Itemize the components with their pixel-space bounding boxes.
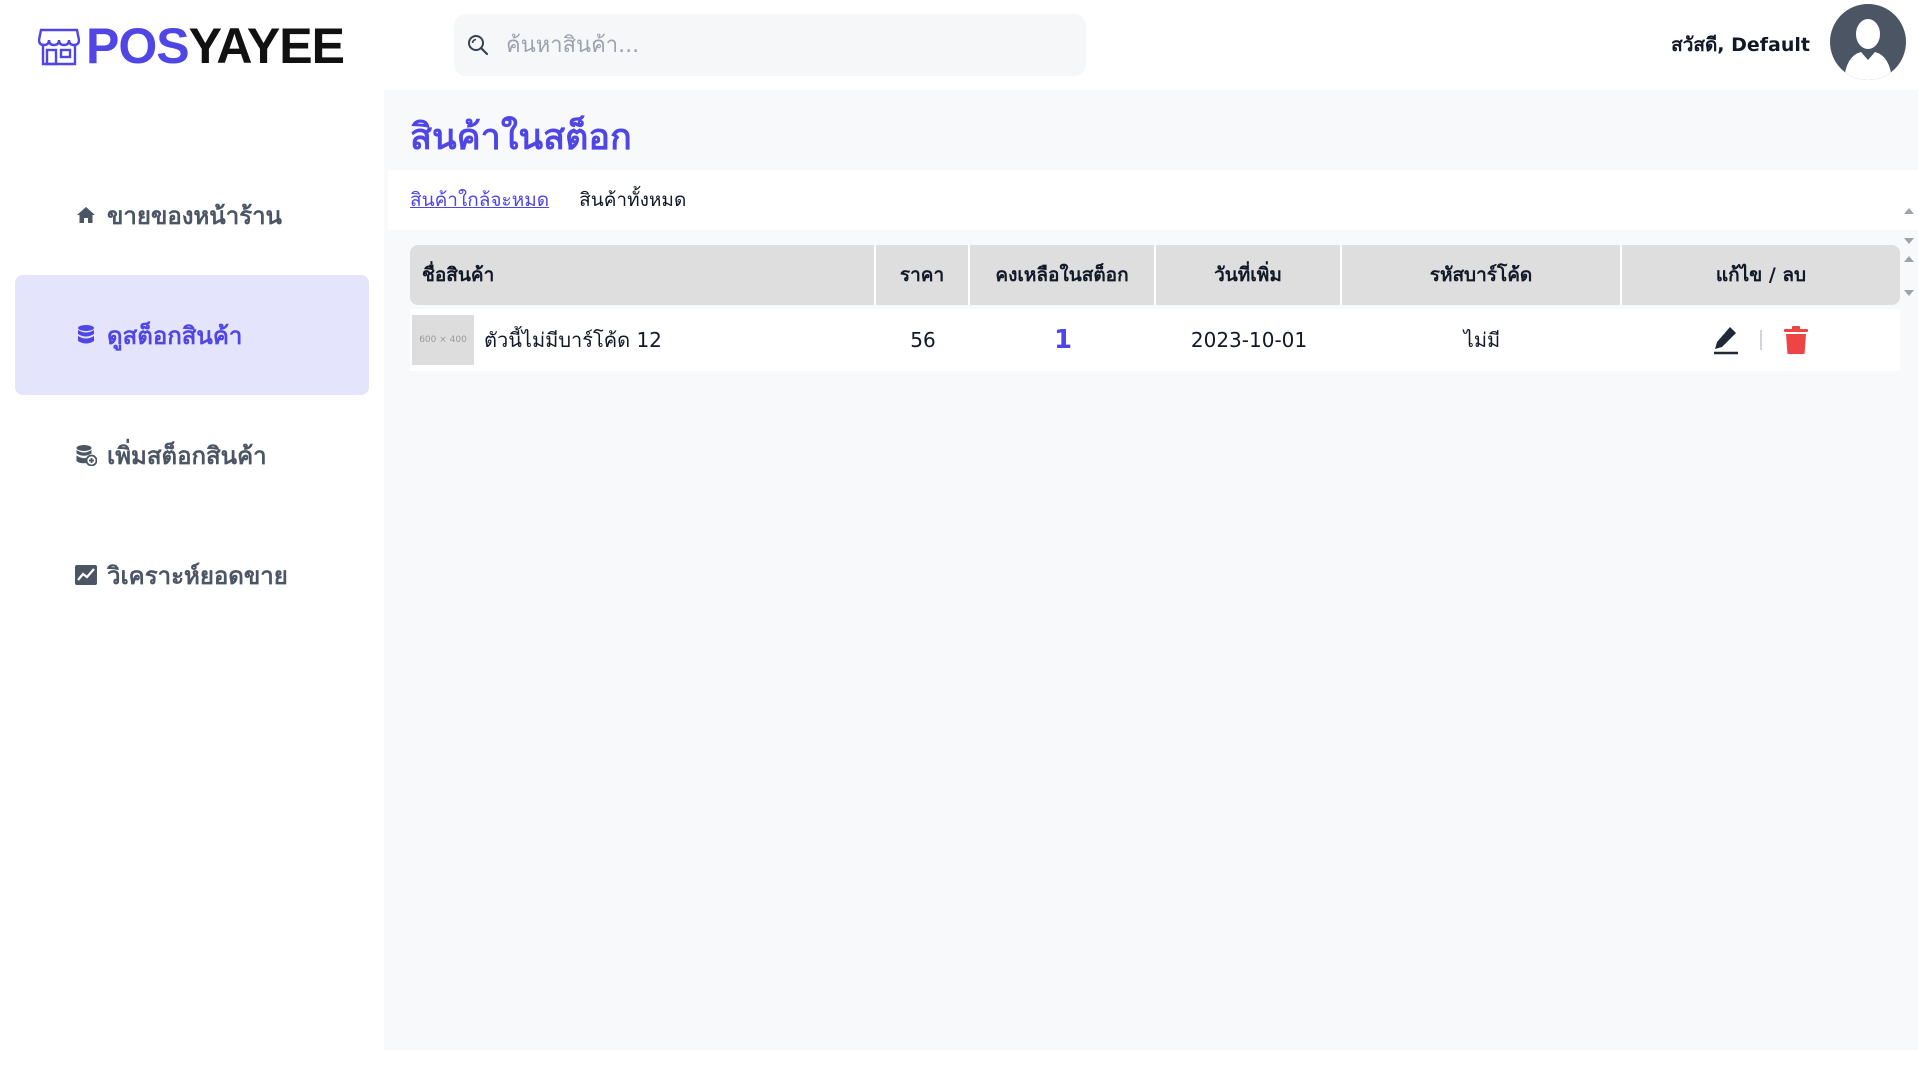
tabs-bar: สินค้าใกล้จะหมด สินค้าทั้งหมด xyxy=(388,170,1918,230)
product-thumbnail: 600 × 400 xyxy=(412,315,474,365)
cell-stock: 1 xyxy=(970,309,1156,371)
row-scroll-down-icon[interactable] xyxy=(1904,290,1914,296)
store-icon xyxy=(38,28,80,66)
user-greeting: สวัสดี, Default xyxy=(1671,34,1810,56)
logo-text-pos: POS xyxy=(86,18,190,74)
action-separator xyxy=(1760,330,1762,350)
column-header-barcode[interactable]: รหัสบาร์โค้ด xyxy=(1342,245,1622,305)
logo-text-rest: YAYEE xyxy=(188,18,345,74)
home-icon xyxy=(75,204,97,226)
cell-date: 2023-10-01 xyxy=(1190,328,1308,352)
sidebar-item-sales-analysis[interactable]: วิเคราะห์ยอดขาย xyxy=(15,515,369,635)
sidebar-item-storefront-sale[interactable]: ขายของหน้าร้าน xyxy=(15,155,369,275)
database-add-icon xyxy=(75,444,97,466)
database-icon xyxy=(75,324,97,346)
sidebar-item-view-stock[interactable]: ดูสต็อกสินค้า xyxy=(15,275,369,395)
avatar[interactable] xyxy=(1830,4,1906,80)
chart-icon xyxy=(75,564,97,586)
column-header-name[interactable]: ชื่อสินค้า xyxy=(410,245,876,305)
logo-text: POSYAYEE xyxy=(86,18,345,74)
cell-name: 600 × 400 ตัวนี้ไม่มีบาร์โค้ด 12 xyxy=(410,309,876,371)
user-icon xyxy=(1844,19,1892,80)
app-logo[interactable]: POSYAYEE xyxy=(38,18,345,74)
cell-price: 56 xyxy=(910,328,936,352)
column-header-price[interactable]: ราคา xyxy=(876,245,970,305)
table-header: ชื่อสินค้า ราคา คงเหลือในสต็อก วันที่เพิ… xyxy=(410,245,1900,305)
edit-icon[interactable] xyxy=(1712,325,1740,355)
trash-icon[interactable] xyxy=(1782,325,1810,355)
search-icon xyxy=(468,35,489,56)
column-header-stock[interactable]: คงเหลือในสต็อก xyxy=(970,245,1156,305)
sidebar-item-label: ดูสต็อกสินค้า xyxy=(107,321,243,350)
main-content: สินค้าในสต็อก สินค้าใกล้จะหมด สินค้าทั้ง… xyxy=(384,90,1918,1050)
page-title: สินค้าในสต็อก xyxy=(410,117,632,158)
sidebar-item-label: เพิ่มสต็อกสินค้า xyxy=(107,441,267,470)
column-header-date[interactable]: วันที่เพิ่ม xyxy=(1156,245,1342,305)
stock-table: ชื่อสินค้า ราคา คงเหลือในสต็อก วันที่เพิ… xyxy=(410,245,1900,371)
column-header-actions: แก้ไข / ลบ xyxy=(1715,264,1807,286)
row-scroll-up-icon[interactable] xyxy=(1904,256,1914,262)
cell-barcode: ไม่มี xyxy=(1463,328,1501,352)
product-name: ตัวนี้ไม่มีบาร์โค้ด 12 xyxy=(484,328,662,352)
table-scroll-up-icon[interactable] xyxy=(1904,208,1914,214)
stock-count: 1 xyxy=(1053,325,1073,355)
tab-all-products[interactable]: สินค้าทั้งหมด xyxy=(579,185,686,215)
cell-actions xyxy=(1622,309,1900,371)
search-input[interactable] xyxy=(504,31,1068,59)
tab-low-stock[interactable]: สินค้าใกล้จะหมด xyxy=(410,185,549,215)
table-scroll-down-icon[interactable] xyxy=(1904,238,1914,244)
search-bar[interactable] xyxy=(454,14,1086,76)
table-row: 600 × 400 ตัวนี้ไม่มีบาร์โค้ด 12 56 1 20… xyxy=(410,309,1900,371)
sidebar-item-label: วิเคราะห์ยอดขาย xyxy=(107,561,288,590)
sidebar-item-add-stock[interactable]: เพิ่มสต็อกสินค้า xyxy=(15,395,369,515)
sidebar-item-label: ขายของหน้าร้าน xyxy=(107,201,282,230)
